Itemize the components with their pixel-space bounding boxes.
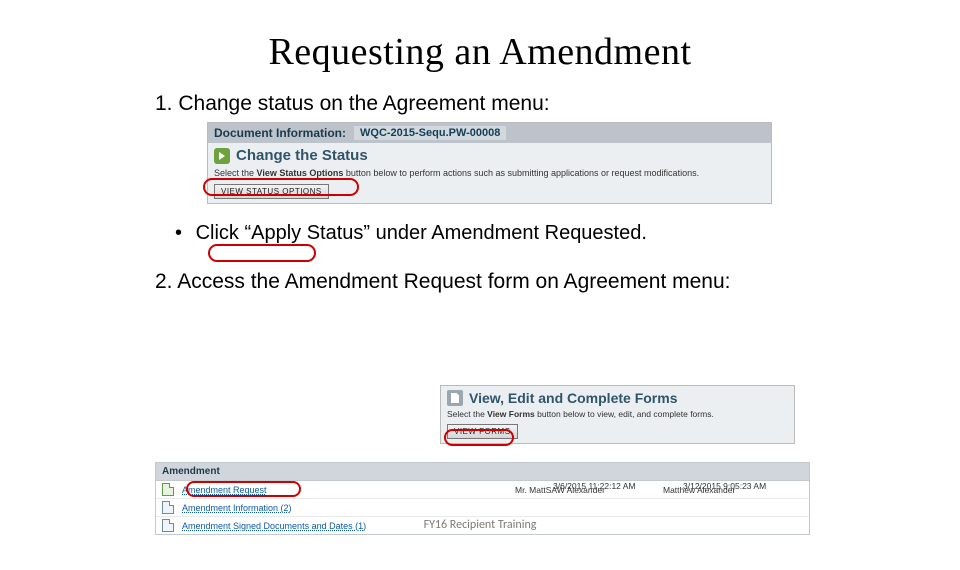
- page-title: Requesting an Amendment: [0, 30, 960, 74]
- forms-desc: Select the View Forms button below to vi…: [441, 408, 794, 422]
- forms-title: View, Edit and Complete Forms: [469, 390, 677, 406]
- doc-id: WQC-2015-Sequ.PW-00008: [354, 126, 506, 140]
- step-1-text: 1. Change status on the Agreement menu:: [155, 92, 805, 116]
- step-2-text: 2. Access the Amendment Request form on …: [155, 269, 805, 295]
- cell-date: 3/12/2015 9:05:23 AM: [683, 481, 803, 491]
- amendment-header: Amendment: [156, 463, 809, 481]
- bullet-apply-status: • Click “Apply Status” under Amendment R…: [175, 222, 805, 245]
- doc-info-bar: Document Information: WQC-2015-Sequ.PW-0…: [208, 123, 771, 143]
- table-row: Amendment Information (2): [156, 499, 809, 517]
- doc-info-label: Document Information:: [214, 126, 346, 140]
- document-icon: [447, 390, 463, 406]
- amendment-request-link[interactable]: Amendment Request: [182, 485, 507, 495]
- view-forms-button[interactable]: VIEW FORMS: [447, 424, 518, 439]
- cell-date: 3/6/2015 11:22:12 AM: [553, 481, 673, 491]
- arrow-right-icon: [214, 148, 230, 164]
- change-status-desc: Select the View Status Options button be…: [208, 166, 771, 182]
- footer-text: FY16 Recipient Training: [0, 518, 960, 532]
- view-status-options-button[interactable]: VIEW STATUS OPTIONS: [214, 184, 329, 199]
- doc-icon: [162, 483, 174, 496]
- status-panel: Document Information: WQC-2015-Sequ.PW-0…: [207, 122, 772, 204]
- doc-icon: [162, 501, 174, 514]
- table-row: 3/6/2015 11:22:12 AM 3/12/2015 9:05:23 A…: [553, 481, 803, 491]
- change-status-title: Change the Status: [236, 147, 368, 164]
- bullet-icon: •: [175, 222, 182, 244]
- forms-panel: View, Edit and Complete Forms Select the…: [440, 385, 795, 444]
- amendment-info-link[interactable]: Amendment Information (2): [182, 503, 803, 513]
